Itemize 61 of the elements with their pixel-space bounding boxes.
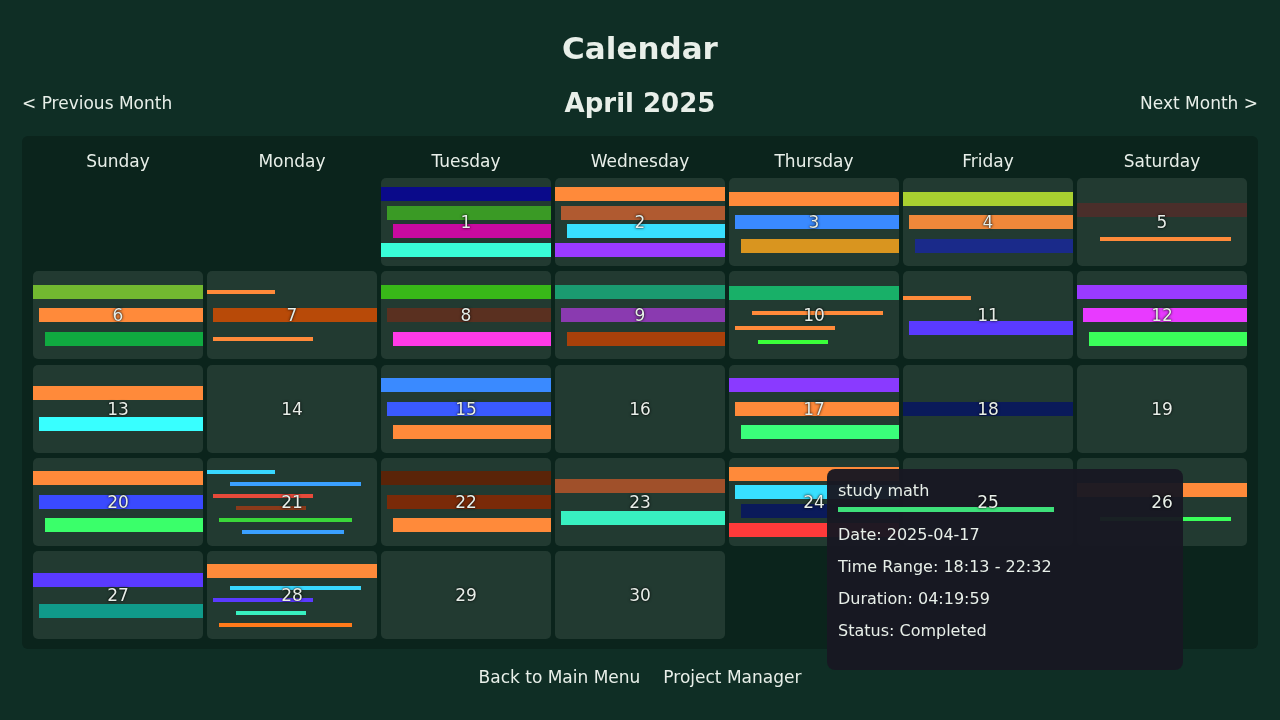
day-number: 17 bbox=[802, 398, 826, 419]
day-cell[interactable]: 22 bbox=[381, 457, 551, 546]
day-number: 11 bbox=[976, 305, 1000, 326]
day-number: 19 bbox=[1150, 398, 1174, 419]
day-number: 18 bbox=[976, 398, 1000, 419]
next-month-link[interactable]: Next Month > bbox=[1140, 93, 1258, 113]
day-cell[interactable]: 2 bbox=[555, 178, 725, 266]
day-number: 22 bbox=[454, 491, 478, 512]
day-cell[interactable]: 5 bbox=[1077, 178, 1247, 266]
day-number: 14 bbox=[280, 398, 304, 419]
day-number: 6 bbox=[111, 305, 125, 326]
day-cell[interactable]: 27 bbox=[33, 551, 203, 640]
tooltip-line: Duration: 04:19:59 bbox=[838, 589, 991, 608]
weekday-header: Friday bbox=[962, 151, 1014, 171]
day-number: 27 bbox=[106, 585, 130, 606]
day-cell[interactable]: 18 bbox=[903, 364, 1073, 453]
day-number: 29 bbox=[454, 585, 478, 606]
weekday-header: Tuesday bbox=[431, 151, 501, 171]
day-number: 30 bbox=[628, 585, 652, 606]
month-title: April 2025 bbox=[564, 88, 716, 118]
day-number: 12 bbox=[1150, 305, 1174, 326]
day-number: 3 bbox=[807, 212, 821, 232]
day-cell[interactable]: 23 bbox=[555, 457, 725, 546]
day-number: 4 bbox=[981, 212, 995, 232]
footer-link[interactable]: Project Manager bbox=[663, 667, 802, 688]
day-number: 13 bbox=[106, 398, 130, 419]
day-cell[interactable]: 15 bbox=[381, 364, 551, 453]
day-cell[interactable]: 7 bbox=[207, 271, 377, 360]
day-cell[interactable]: 14 bbox=[207, 364, 377, 453]
day-number: 5 bbox=[1155, 212, 1169, 232]
day-cell[interactable]: 30 bbox=[555, 551, 725, 640]
day-number: 8 bbox=[459, 305, 473, 326]
day-number: 15 bbox=[454, 398, 478, 419]
day-cell[interactable]: 11 bbox=[903, 271, 1073, 360]
day-cell[interactable]: 9 bbox=[555, 271, 725, 360]
weekday-header: Sunday bbox=[86, 151, 150, 171]
day-cell[interactable]: 16 bbox=[555, 364, 725, 453]
day-cell[interactable]: 8 bbox=[381, 271, 551, 360]
day-number: 26 bbox=[1150, 491, 1174, 512]
tooltip-line: Status: Completed bbox=[838, 621, 988, 640]
day-number: 21 bbox=[280, 491, 304, 512]
footer-link[interactable]: Back to Main Menu bbox=[478, 667, 641, 688]
page-title: Calendar bbox=[562, 29, 718, 68]
day-cell[interactable]: 19 bbox=[1077, 364, 1247, 453]
previous-month-link[interactable]: < Previous Month bbox=[22, 93, 173, 113]
day-number: 7 bbox=[285, 305, 299, 326]
weekday-header: Wednesday bbox=[590, 151, 690, 171]
day-cell[interactable]: 20 bbox=[33, 457, 203, 546]
day-number: 9 bbox=[633, 305, 647, 326]
weekday-header: Monday bbox=[258, 151, 326, 171]
day-number: 16 bbox=[628, 398, 652, 419]
day-number: 25 bbox=[976, 491, 1000, 512]
day-cell[interactable]: 13 bbox=[33, 364, 203, 453]
tooltip-line: Time Range: 18:13 - 22:32 bbox=[838, 557, 1053, 576]
day-number: 2 bbox=[633, 212, 647, 232]
day-cell[interactable]: 29 bbox=[381, 551, 551, 640]
weekday-header: Saturday bbox=[1123, 151, 1201, 171]
weekday-header: Thursday bbox=[774, 151, 854, 171]
day-number: 23 bbox=[628, 491, 652, 512]
day-number: 20 bbox=[106, 491, 130, 512]
day-cell[interactable]: 21 bbox=[207, 457, 377, 546]
